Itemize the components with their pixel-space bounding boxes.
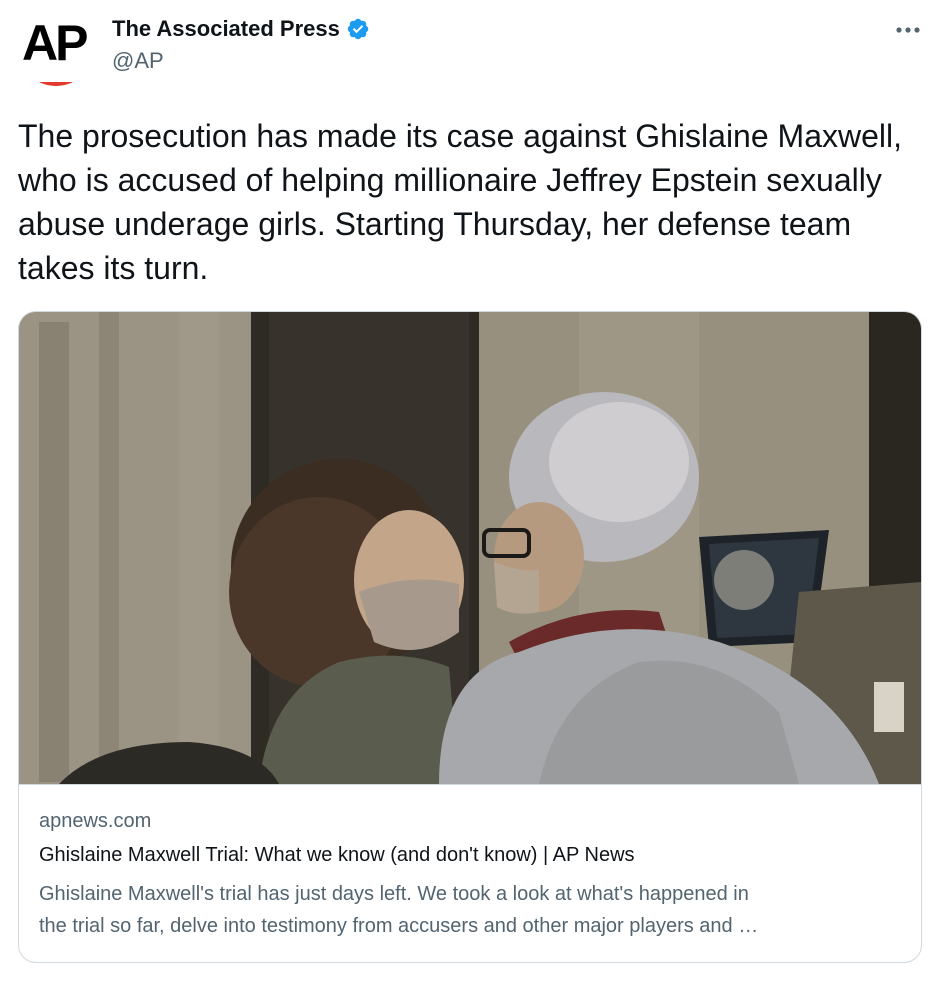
tweet-text: The prosecution has made its case agains… <box>18 118 911 286</box>
card-image[interactable] <box>19 312 921 785</box>
card-description: Ghislaine Maxwell's trial has just days … <box>39 878 905 942</box>
ap-logo-swoosh <box>30 82 82 86</box>
card-description-line: the trial so far, delve into testimony f… <box>39 915 759 937</box>
card-title: Ghislaine Maxwell Trial: What we know (a… <box>39 844 635 866</box>
courtroom-sketch-image <box>19 312 921 784</box>
ap-logo-text: AP <box>22 15 88 71</box>
card-domain: apnews.com <box>39 810 152 832</box>
author-name-row: The Associated Press <box>112 16 370 42</box>
card-description-line: Ghislaine Maxwell's trial has just days … <box>39 883 749 905</box>
author-avatar[interactable]: AP <box>18 10 94 86</box>
link-card[interactable]: apnews.com Ghislaine Maxwell Trial: What… <box>18 311 922 963</box>
verified-badge-icon <box>346 17 370 41</box>
tweet[interactable]: AP The Associated Press @AP The prosecut… <box>0 0 940 982</box>
author-display-name[interactable]: The Associated Press <box>112 16 340 42</box>
more-options-icon <box>895 21 921 39</box>
more-options-button[interactable] <box>890 12 926 48</box>
author-handle[interactable]: @AP <box>112 48 164 74</box>
